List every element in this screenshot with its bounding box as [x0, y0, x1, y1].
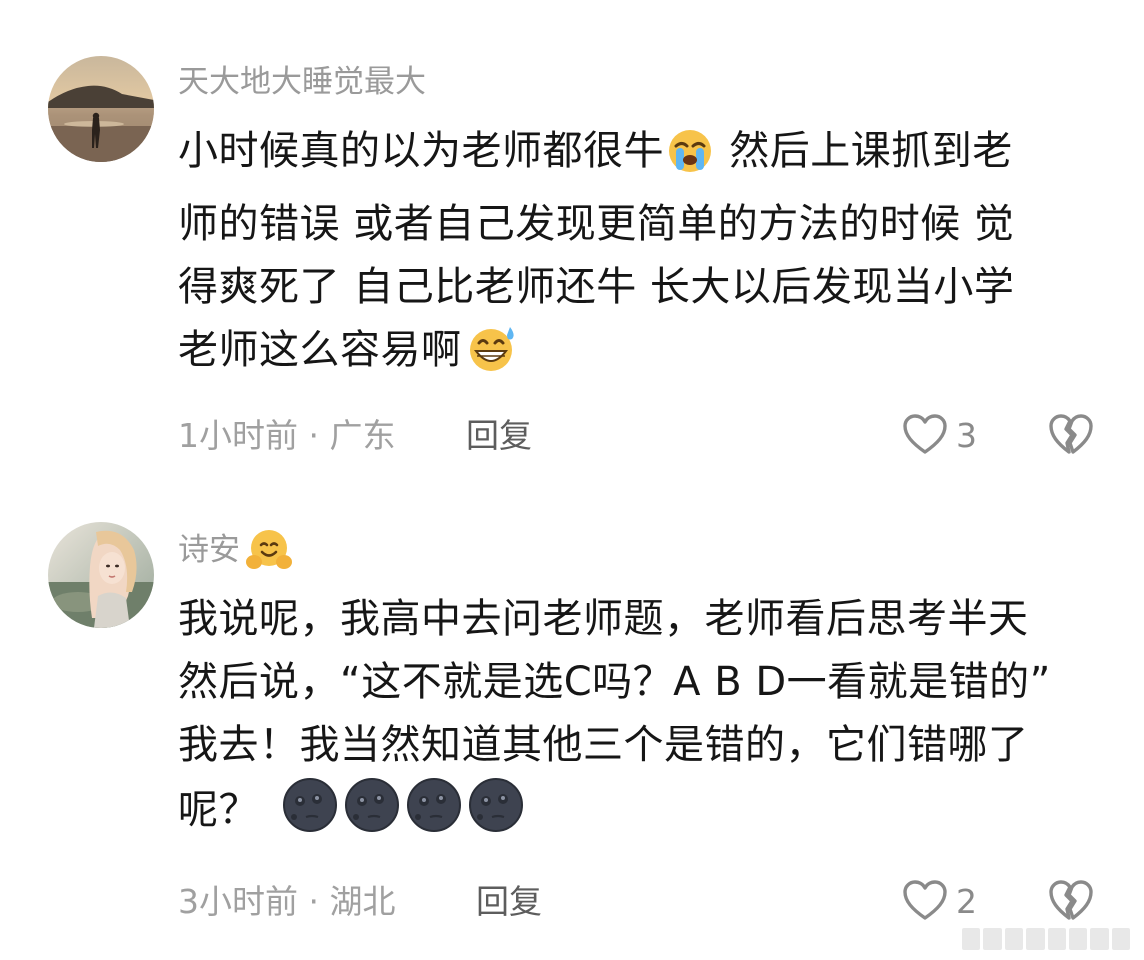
heart-icon [902, 879, 948, 925]
like-count: 2 [956, 882, 977, 921]
new-moon-face-icon [468, 777, 524, 852]
comment-item: 诗安 我说呢，我高中去问老师题，老师看后思考半天 然后说，“这不就是选C吗？A … [0, 0, 1144, 960]
avatar[interactable] [48, 522, 154, 628]
comment-line: 我去！我当然知道其他三个是错的，它们错哪了 [178, 722, 1029, 768]
comment-meta: 3小时前 · 湖北 [178, 882, 396, 921]
watermark [962, 928, 1130, 950]
username-text: 诗安 [178, 532, 240, 568]
comment-line: 呢？ [178, 777, 1108, 852]
new-moon-face-icon [344, 777, 400, 852]
comment-line: 然后说，“这不就是选C吗？A B D一看就是错的” [178, 659, 1051, 705]
comment-text: 我说呢，我高中去问老师题，老师看后思考半天 然后说，“这不就是选C吗？A B D… [178, 588, 1108, 852]
comment-line: 我说呢，我高中去问老师题，老师看后思考半天 [178, 596, 1029, 642]
username[interactable]: 诗安 [178, 528, 295, 582]
new-moon-face-icon [406, 777, 462, 852]
reply-button[interactable]: 回复 [476, 882, 542, 922]
broken-heart-icon [1048, 880, 1094, 925]
new-moon-face-icon [282, 777, 338, 852]
like-button[interactable]: 2 [902, 879, 977, 925]
dislike-button[interactable] [1048, 879, 1094, 925]
hugging-face-icon [246, 528, 292, 582]
